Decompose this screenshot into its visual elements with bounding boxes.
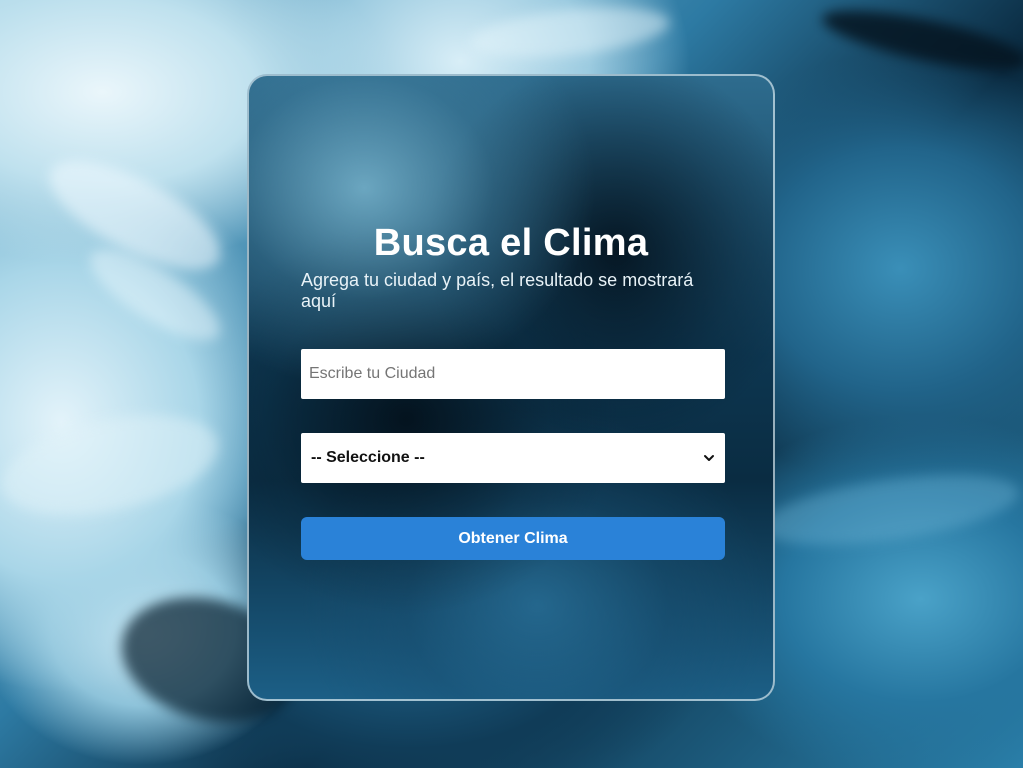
city-input[interactable] [301, 349, 725, 399]
bg-ice-streak [468, 0, 672, 66]
bg-ice-streak [757, 462, 1023, 558]
country-select[interactable]: -- Seleccione -- [301, 433, 725, 483]
bg-water-streak [818, 0, 1023, 82]
page-title: Busca el Clima [373, 222, 649, 264]
bg-ice-streak [0, 398, 227, 532]
country-select-value: -- Seleccione -- [311, 449, 425, 466]
weather-search-card: Busca el Clima Agrega tu ciudad y país, … [247, 74, 775, 701]
get-weather-button[interactable]: Obtener Clima [301, 517, 725, 560]
page-subtitle: Agrega tu ciudad y país, el resultado se… [301, 270, 694, 311]
chevron-down-icon [703, 452, 715, 464]
